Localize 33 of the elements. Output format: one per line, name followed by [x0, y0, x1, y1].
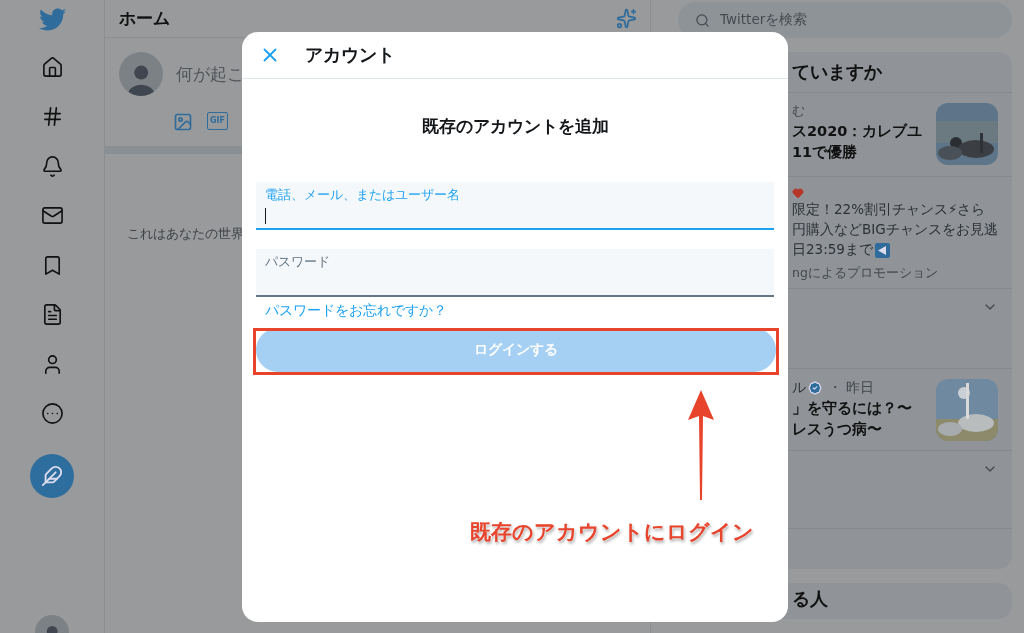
home-icon[interactable]	[40, 55, 64, 79]
search-field[interactable]: Twitterを検索	[678, 2, 1012, 38]
trend-title: 11で優勝	[792, 143, 859, 162]
dialog-title: アカウント	[305, 43, 395, 67]
gif-button[interactable]: GIF	[207, 112, 228, 130]
forgot-password-link[interactable]: パスワードをお忘れですか？	[265, 302, 447, 320]
card-title: る人	[791, 587, 829, 611]
bell-icon[interactable]	[40, 154, 64, 178]
compose-button[interactable]	[30, 453, 74, 498]
promo-label: ngによるプロモーション	[792, 265, 939, 282]
search-icon	[695, 12, 710, 28]
news-title: レスうつ病〜	[792, 420, 883, 439]
promo-text: 限定！22%割引チャンス⚡さら	[792, 201, 986, 219]
empty-message: これはあなたの世界	[127, 226, 245, 243]
more-icon[interactable]	[40, 402, 64, 425]
page-title: ホーム	[119, 7, 170, 30]
news-title: 」を守るには？〜	[792, 399, 912, 418]
news-source: ル	[792, 379, 806, 397]
verified-icon	[808, 381, 822, 395]
input-field[interactable]: パスワード	[256, 249, 774, 297]
input-field[interactable]: 電話、メール、またはユーザー名	[256, 182, 774, 230]
promo-text: 円購入などBIGチャンスをお見逃	[792, 221, 998, 239]
news-time: ・ 昨日	[828, 379, 875, 397]
dialog-heading: 既存のアカウントを追加	[421, 115, 609, 138]
compose-placeholder[interactable]: 何が起こ	[176, 62, 244, 86]
feather-icon	[41, 464, 63, 487]
mail-icon[interactable]	[40, 204, 64, 227]
avatar	[119, 52, 163, 96]
trend-context: む	[792, 103, 806, 120]
trend-title: ス2020：カレブユ	[792, 122, 923, 141]
heart-icon	[792, 187, 804, 199]
annotation-text: 既存のアカウントにログイン	[470, 519, 754, 546]
promo-text: 日23:59まで	[792, 241, 873, 259]
